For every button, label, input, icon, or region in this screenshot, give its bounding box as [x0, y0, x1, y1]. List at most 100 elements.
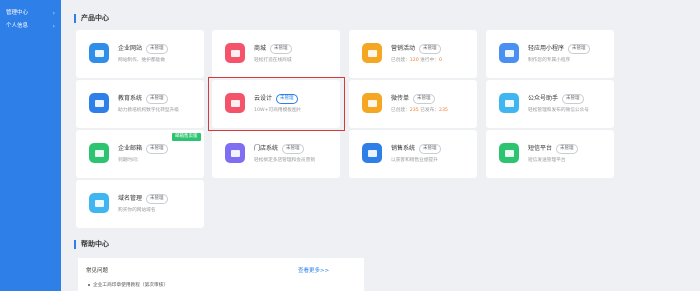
- card-title: 轻应用小程序 未管理: [528, 43, 590, 54]
- product-card[interactable]: 微传单 未管理 已创建：235 已发布：235: [349, 80, 477, 128]
- faq-item-text: 企业工商印章使用教程（第次审核）: [93, 283, 169, 288]
- product-card[interactable]: 教育系统 未管理助力教培机构数字化转型升级: [76, 80, 204, 128]
- card-description: 以获客和销售业绩提升: [391, 158, 438, 163]
- icon-glyph: [230, 49, 240, 57]
- card-title-text: 短信平台: [528, 145, 553, 152]
- bullet-icon: [88, 283, 90, 286]
- help-section-title: 帮助中心: [74, 239, 109, 249]
- product-card[interactable]: 企业网站 未管理网站制作、维护都能做: [76, 30, 204, 78]
- count-label: 已创建：: [391, 58, 410, 63]
- card-title: 门店系统 未管理: [254, 143, 304, 154]
- card-title-text: 公众号助手: [528, 95, 559, 102]
- highlight-box: [208, 77, 345, 131]
- icon-glyph: [94, 149, 104, 157]
- product-card[interactable]: 域名管理 未管理购买你的网站域名: [76, 180, 204, 228]
- icon-glyph: [94, 99, 104, 107]
- manage-status-badge[interactable]: 未管理: [413, 93, 435, 104]
- manage-status-badge[interactable]: 未管理: [556, 143, 578, 154]
- icon-glyph: [367, 99, 377, 107]
- manage-status-badge[interactable]: 未管理: [562, 93, 584, 104]
- card-title: 销售系统 未管理: [391, 143, 441, 154]
- sidebar-item-label: 管理中心: [6, 10, 29, 16]
- manage-status-badge[interactable]: 未管理: [146, 43, 168, 54]
- marketing-icon: [362, 43, 382, 63]
- faq-item[interactable]: 企业工商印章使用教程（第次审核）: [88, 282, 168, 288]
- card-title-text: 企业邮箱: [118, 145, 143, 152]
- icon-glyph: [230, 149, 240, 157]
- card-title: 微传单 未管理: [391, 93, 435, 104]
- count-value: 235: [438, 108, 448, 113]
- manage-status-badge[interactable]: 未管理: [146, 143, 168, 154]
- manage-status-badge[interactable]: 未管理: [146, 93, 168, 104]
- card-title: 营销活动 未管理: [391, 43, 441, 54]
- mini-program-icon: [499, 43, 519, 63]
- count-label: 已创建：: [391, 108, 410, 113]
- manage-status-badge[interactable]: 未管理: [146, 193, 168, 204]
- section-title-text: 帮助中心: [81, 240, 109, 248]
- chevron-right-icon: ›: [52, 23, 55, 30]
- card-title: 企业网站 未管理: [118, 43, 168, 54]
- product-card[interactable]: 公众号助手 未管理轻松管理和发布的微信公众号: [486, 80, 614, 128]
- manage-status-badge[interactable]: 未管理: [568, 43, 590, 54]
- section-title-text: 产品中心: [81, 14, 109, 22]
- card-title-text: 微传单: [391, 95, 410, 102]
- card-title-text: 营销活动: [391, 45, 416, 52]
- count-label: 已发布：: [418, 108, 439, 113]
- card-description: 短信发送管理平台: [528, 158, 566, 163]
- mail-icon: [89, 143, 109, 163]
- section-marker: [74, 239, 76, 249]
- card-title: 公众号助手 未管理: [528, 93, 584, 104]
- card-title-text: 教育系统: [118, 95, 143, 102]
- card-title-text: 企业网站: [118, 45, 143, 52]
- product-card[interactable]: 商城 未管理轻松打造在线商城: [212, 30, 340, 78]
- card-description: 网站制作、维护都能做: [118, 58, 165, 63]
- card-title-text: 销售系统: [391, 145, 416, 152]
- card-title-text: 域名管理: [118, 195, 143, 202]
- website-icon: [89, 43, 109, 63]
- product-card[interactable]: 轻应用小程序 未管理 制作您的专属小程序: [486, 30, 614, 78]
- card-title-text: 商城: [254, 45, 267, 52]
- icon-glyph: [367, 49, 377, 57]
- card-description: 购买你的网站域名: [118, 208, 156, 213]
- manage-status-badge[interactable]: 未管理: [282, 143, 304, 154]
- manage-status-badge[interactable]: 未管理: [419, 43, 441, 54]
- sidebar-item-label: 个人信息: [6, 23, 29, 29]
- card-description: 轻松管理和发布的微信公众号: [528, 108, 589, 113]
- card-description: 已创建：120 进行中：0: [391, 57, 442, 63]
- product-section-title: 产品中心: [74, 13, 109, 23]
- manage-status-badge[interactable]: 未管理: [419, 143, 441, 154]
- education-book-icon: [89, 93, 109, 113]
- card-description: 到期时间：: [118, 158, 142, 163]
- view-more-link[interactable]: 查看更多>>: [298, 266, 329, 274]
- flyer-icon: [362, 93, 382, 113]
- sales-icon: [362, 143, 382, 163]
- card-title-text: 轻应用小程序: [528, 45, 565, 52]
- card-description: 轻松打造在线商城: [254, 58, 292, 63]
- count-label: 进行中：: [418, 58, 439, 63]
- icon-glyph: [94, 199, 104, 207]
- product-card[interactable]: 营销活动 未管理已创建：120 进行中：0: [349, 30, 477, 78]
- count-value: 0: [438, 58, 442, 63]
- card-title-text: 门店系统: [254, 145, 279, 152]
- product-card[interactable]: 门店系统 未管理轻松搞定多店管理和会员营销: [212, 130, 340, 178]
- sidebar-item-personal-info[interactable]: 个人信息 ›: [0, 20, 61, 33]
- count-value: 235: [409, 108, 419, 113]
- sidebar: 管理中心 › 个人信息 ›: [0, 0, 61, 291]
- sidebar-item-management-center[interactable]: 管理中心 ›: [0, 7, 61, 20]
- product-card[interactable]: 短信平台 未管理短信发送管理平台: [486, 130, 614, 178]
- icon-glyph: [504, 49, 514, 57]
- card-title: 短信平台 未管理: [528, 143, 578, 154]
- shop-bag-icon: [225, 43, 245, 63]
- domain-icon: [89, 193, 109, 213]
- card-title: 域名管理 未管理: [118, 193, 168, 204]
- card-title: 商城 未管理: [254, 43, 292, 54]
- card-description: 助力教培机构数字化转型升级: [118, 108, 179, 113]
- card-description: 轻松搞定多店管理和会员营销: [254, 158, 315, 163]
- wechat-assistant-icon: [499, 93, 519, 113]
- manage-status-badge[interactable]: 未管理: [270, 43, 292, 54]
- card-title: 企业邮箱 未管理: [118, 143, 168, 154]
- product-card[interactable]: 销售系统 未管理以获客和销售业绩提升: [349, 130, 477, 178]
- card-description: 已创建：235 已发布：235: [391, 107, 448, 113]
- promo-ribbon: 邮箱售卖版: [172, 133, 201, 141]
- faq-header: 常见问题: [86, 268, 109, 274]
